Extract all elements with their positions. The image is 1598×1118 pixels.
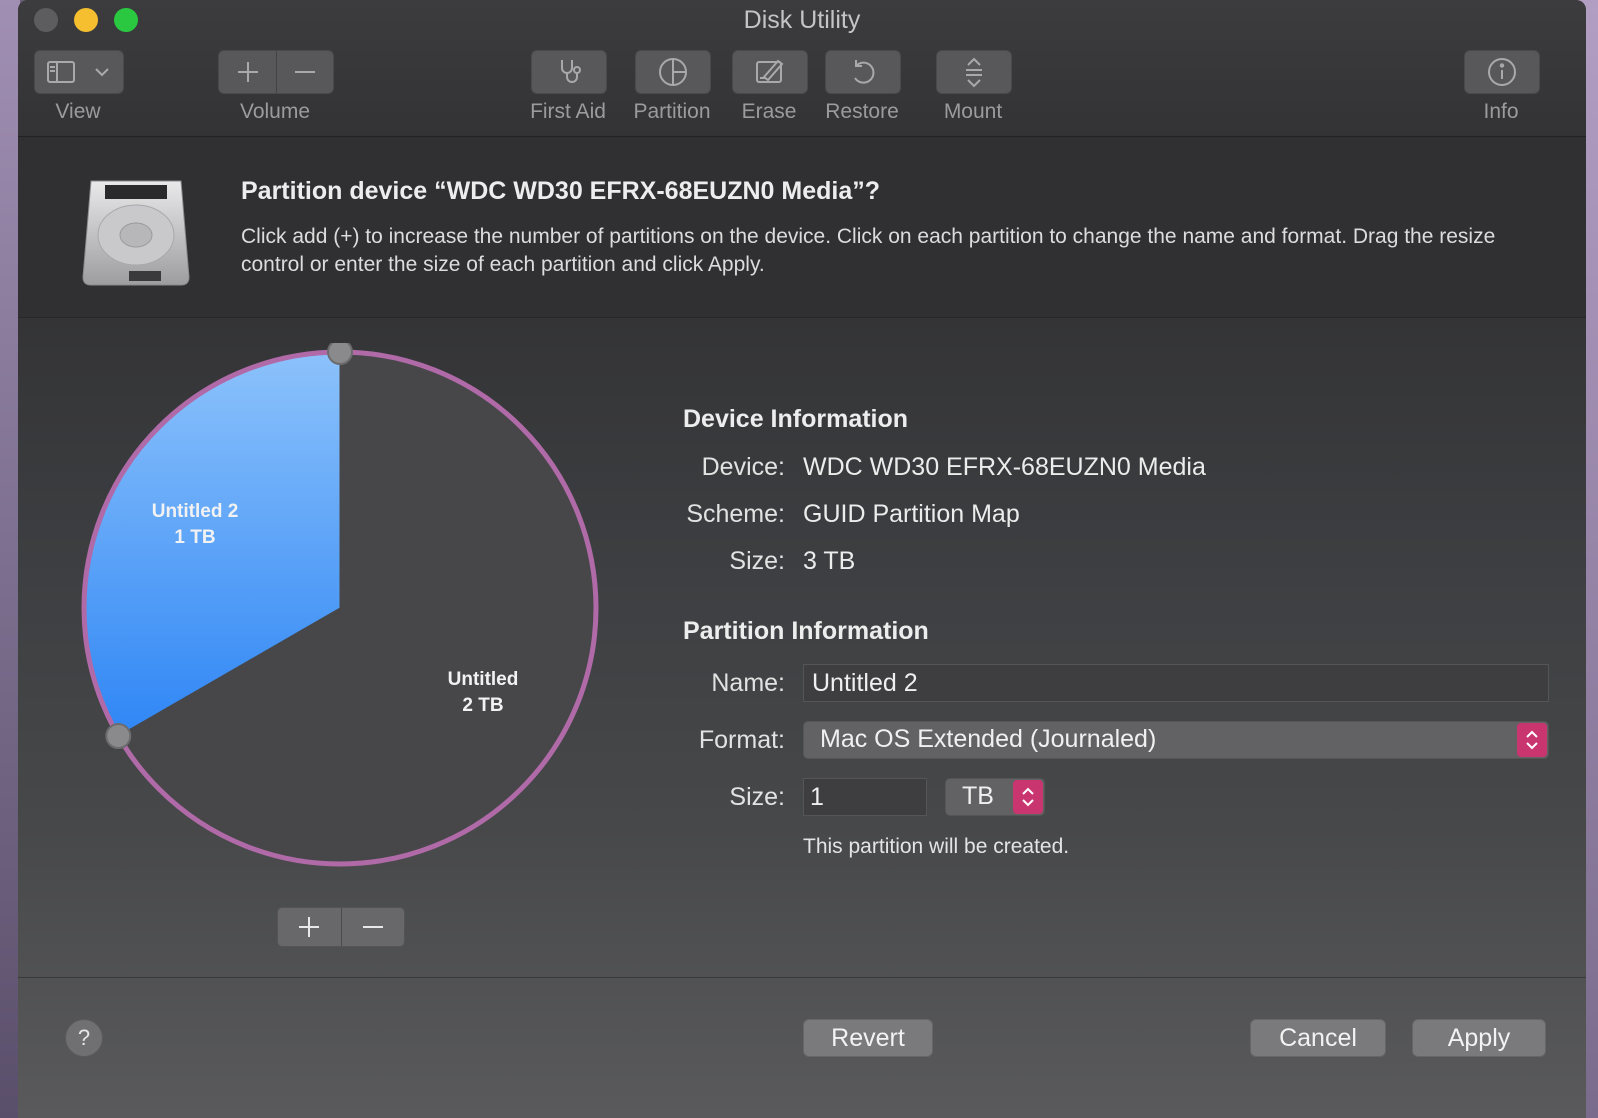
partition-pie-icon bbox=[659, 58, 687, 86]
volume-label: Volume bbox=[239, 100, 311, 123]
chevron-down-icon bbox=[95, 68, 109, 77]
sidebar-icon bbox=[47, 61, 75, 83]
view-button[interactable] bbox=[34, 50, 124, 94]
partition-label: Partition bbox=[633, 100, 711, 123]
remove-partition-button[interactable] bbox=[342, 908, 405, 946]
sheet-title: Partition device “WDC WD30 EFRX-68EUZN0 … bbox=[241, 177, 881, 205]
sheet-description: Click add (+) to increase the number of … bbox=[241, 225, 1496, 276]
desktop-background-left bbox=[0, 0, 20, 1118]
device-size-value: 3 TB bbox=[803, 547, 856, 575]
plus-icon bbox=[237, 62, 258, 82]
format-popup[interactable]: Mac OS Extended (Journaled) bbox=[803, 721, 1549, 759]
partition-information-heading: Partition Information bbox=[683, 617, 929, 645]
size-unit-stepper bbox=[1013, 780, 1043, 814]
erase-label: Erase bbox=[741, 100, 797, 123]
up-down-chevron-icon bbox=[1526, 730, 1538, 750]
cancel-button[interactable]: Cancel bbox=[1250, 1019, 1386, 1057]
restore-arrow-icon bbox=[854, 60, 875, 84]
revert-button[interactable]: Revert bbox=[803, 1019, 933, 1057]
add-volume-button[interactable] bbox=[219, 51, 276, 93]
info-icon bbox=[1488, 58, 1516, 86]
format-label: Format: bbox=[698, 726, 785, 754]
plus-icon bbox=[299, 917, 320, 937]
device-value: WDC WD30 EFRX-68EUZN0 Media bbox=[803, 453, 1206, 481]
format-stepper bbox=[1517, 723, 1547, 757]
volume-button-group bbox=[218, 50, 334, 94]
first-aid-label: First Aid bbox=[530, 100, 606, 123]
partition-label-untitled-2: Untitled 2 1 TB bbox=[125, 499, 265, 551]
mount-label: Mount bbox=[943, 100, 1003, 123]
resize-handle[interactable] bbox=[327, 339, 353, 365]
partition-pie-svg bbox=[81, 339, 599, 867]
info-label: Info bbox=[1483, 100, 1519, 123]
partition-size-label: Size: bbox=[729, 783, 785, 811]
erase-button[interactable] bbox=[732, 50, 808, 94]
up-down-chevron-icon bbox=[1022, 787, 1034, 807]
device-size-label: Size: bbox=[729, 547, 785, 575]
format-value: Mac OS Extended (Journaled) bbox=[820, 725, 1157, 753]
partition-label-untitled: Untitled 2 TB bbox=[413, 667, 553, 719]
partition-size: 2 TB bbox=[462, 695, 504, 716]
partition-size-field[interactable] bbox=[803, 778, 927, 816]
remove-volume-button[interactable] bbox=[277, 51, 333, 93]
restore-button[interactable] bbox=[825, 50, 901, 94]
partition-sheet: Partition device “WDC WD30 EFRX-68EUZN0 … bbox=[18, 136, 1586, 1118]
device-information-heading: Device Information bbox=[683, 405, 909, 433]
mount-button[interactable] bbox=[936, 50, 1012, 94]
partition-status-note: This partition will be created. bbox=[803, 835, 1070, 858]
erase-pencil-icon bbox=[756, 59, 784, 83]
partition-button[interactable] bbox=[635, 50, 711, 94]
scheme-label: Scheme: bbox=[686, 500, 785, 528]
scheme-value: GUID Partition Map bbox=[803, 500, 1020, 528]
help-button[interactable]: ? bbox=[65, 1019, 103, 1057]
add-partition-button[interactable] bbox=[278, 908, 341, 946]
size-unit-popup[interactable]: TB bbox=[945, 778, 1045, 816]
disk-utility-window: Disk Utility View Volume First Aid Parti… bbox=[18, 0, 1586, 1118]
size-unit-value: TB bbox=[962, 782, 994, 810]
view-label: View bbox=[55, 100, 101, 123]
partition-size: 1 TB bbox=[174, 527, 216, 548]
window-title: Disk Utility bbox=[743, 6, 861, 34]
minus-icon bbox=[362, 926, 383, 928]
partition-add-remove-group bbox=[277, 907, 405, 947]
footer-divider bbox=[18, 977, 1586, 978]
restore-label: Restore bbox=[825, 100, 899, 123]
mount-icon bbox=[966, 57, 982, 88]
first-aid-button[interactable] bbox=[531, 50, 607, 94]
hard-disk-icon bbox=[82, 180, 190, 286]
name-label: Name: bbox=[711, 669, 785, 697]
partition-name-field[interactable] bbox=[803, 664, 1549, 702]
partition-pie-chart[interactable]: Untitled 2 1 TB Untitled 2 TB bbox=[75, 339, 605, 873]
sheet-header: Partition device “WDC WD30 EFRX-68EUZN0 … bbox=[18, 137, 1586, 318]
minus-icon bbox=[295, 71, 315, 73]
info-button[interactable] bbox=[1464, 50, 1540, 94]
toolbar: Disk Utility View Volume First Aid Parti… bbox=[18, 0, 1586, 137]
partition-name: Untitled bbox=[447, 669, 519, 690]
apply-button[interactable]: Apply bbox=[1412, 1019, 1546, 1057]
partition-name: Untitled 2 bbox=[151, 501, 239, 522]
resize-handle[interactable] bbox=[105, 723, 132, 749]
device-label: Device: bbox=[701, 453, 785, 481]
stethoscope-icon bbox=[561, 60, 581, 83]
